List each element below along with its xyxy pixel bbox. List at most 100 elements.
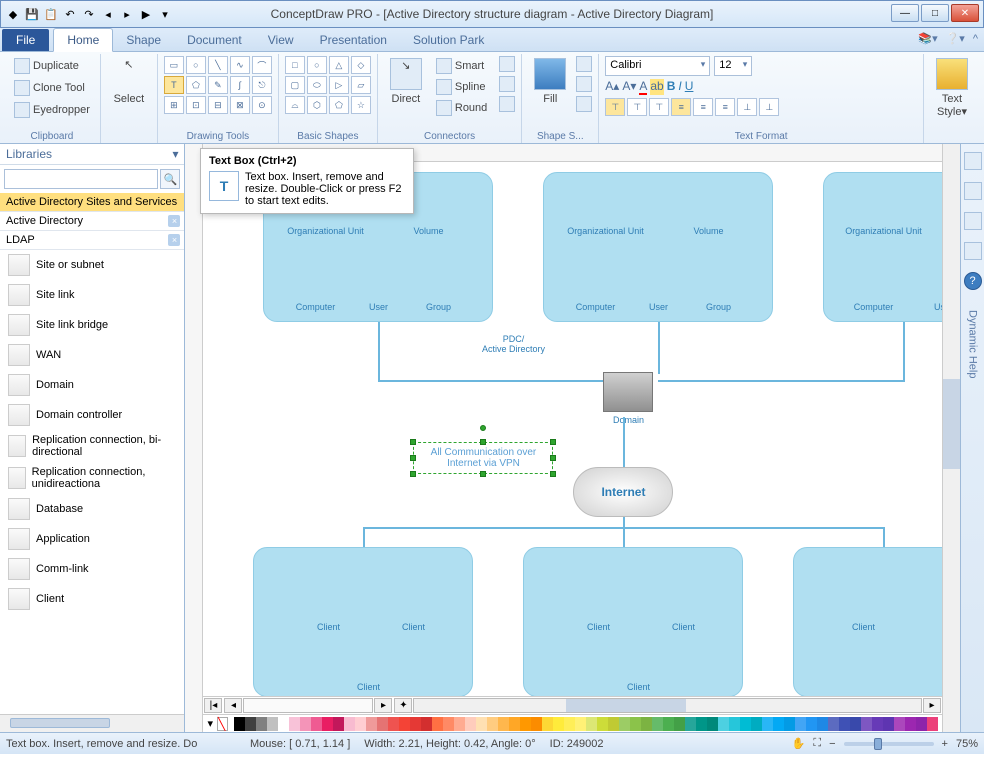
color-swatch-47[interactable] (751, 717, 762, 731)
qat-app-icon[interactable]: ◆ (5, 6, 21, 22)
color-swatch-16[interactable] (410, 717, 421, 731)
library-search-button[interactable]: 🔍 (160, 169, 180, 189)
help-round-icon[interactable]: ? (964, 272, 982, 290)
tool-line[interactable]: ╲ (208, 56, 228, 74)
rt-icon-2[interactable] (964, 182, 982, 200)
fit-icon[interactable]: ⛶ (813, 737, 821, 750)
align-mc[interactable]: ≡ (693, 98, 713, 116)
bs-sq[interactable]: □ (285, 56, 305, 74)
domain-icon[interactable] (603, 372, 653, 412)
conn-opt3[interactable] (499, 96, 515, 112)
color-swatch-34[interactable] (608, 717, 619, 731)
no-fill-swatch[interactable]: ╲ (217, 717, 228, 731)
lib-close-1[interactable]: × (168, 215, 180, 227)
color-swatch-55[interactable] (839, 717, 850, 731)
align-mr[interactable]: ≡ (715, 98, 735, 116)
shape-item-0[interactable]: Site or subnet (0, 250, 184, 280)
color-swatch-6[interactable] (300, 717, 311, 731)
scroll-right[interactable]: ▸ (923, 698, 941, 713)
align-tl[interactable]: ⊤ (605, 98, 625, 116)
color-swatch-35[interactable] (619, 717, 630, 731)
font-size-combo[interactable]: 12 (714, 56, 752, 76)
tool-rect[interactable]: ▭ (164, 56, 184, 74)
line-color-icon[interactable] (576, 56, 592, 72)
shape-item-10[interactable]: Comm-link (0, 554, 184, 584)
color-swatch-31[interactable] (575, 717, 586, 731)
align-tc[interactable]: ⊤ (627, 98, 647, 116)
page-next[interactable]: ▸ (374, 698, 392, 713)
color-swatch-63[interactable] (927, 717, 938, 731)
bs-cir[interactable]: ○ (307, 56, 327, 74)
hand-tool-icon[interactable]: ✋ (792, 737, 806, 750)
diagram-box-top-mid[interactable] (543, 172, 773, 322)
library-search-input[interactable] (4, 169, 158, 189)
color-swatch-48[interactable] (762, 717, 773, 731)
shape-item-4[interactable]: Domain (0, 370, 184, 400)
round-button[interactable]: Round (432, 98, 491, 118)
shape-item-5[interactable]: Domain controller (0, 400, 184, 430)
color-swatch-5[interactable] (289, 717, 300, 731)
page-prev[interactable]: ◂ (224, 698, 242, 713)
bs-tri[interactable]: △ (329, 56, 349, 74)
bs-star[interactable]: ☆ (351, 96, 371, 114)
lib-entry-2[interactable]: LDAP× (0, 231, 184, 250)
shadow-icon[interactable] (576, 96, 592, 112)
color-swatch-52[interactable] (806, 717, 817, 731)
tab-solution-park[interactable]: Solution Park (400, 29, 497, 51)
duplicate-button[interactable]: Duplicate (10, 56, 83, 76)
tool-arc[interactable]: ⌒ (252, 56, 272, 74)
color-swatch-46[interactable] (740, 717, 751, 731)
smart-button[interactable]: Smart (432, 56, 491, 76)
zoom-slider[interactable] (844, 742, 934, 746)
qat-play-icon[interactable]: ▶ (138, 6, 154, 22)
dynamic-help-tab[interactable]: Dynamic Help (967, 310, 979, 378)
color-swatch-41[interactable] (685, 717, 696, 731)
diagram-box-top-right[interactable] (823, 172, 942, 322)
lib-entry-1[interactable]: Active Directory× (0, 212, 184, 231)
color-swatch-58[interactable] (872, 717, 883, 731)
libraries-menu-icon[interactable]: ▾ (172, 147, 178, 161)
color-swatch-9[interactable] (333, 717, 344, 731)
bs-hex[interactable]: ⬡ (307, 96, 327, 114)
tab-presentation[interactable]: Presentation (307, 29, 400, 51)
color-swatch-26[interactable] (520, 717, 531, 731)
color-swatch-28[interactable] (542, 717, 553, 731)
tab-home[interactable]: Home (53, 28, 113, 52)
qat-redo-icon[interactable]: ↷ (81, 6, 97, 22)
color-swatch-17[interactable] (421, 717, 432, 731)
italic-icon[interactable]: I (678, 79, 681, 95)
zoom-out-icon[interactable]: − (829, 738, 835, 750)
selected-textbox[interactable]: All Communication over Internet via VPN (413, 442, 553, 474)
canvas[interactable]: Domain Internet PDC/ Active D (203, 162, 942, 696)
color-swatch-11[interactable] (355, 717, 366, 731)
color-swatch-13[interactable] (377, 717, 388, 731)
color-swatch-61[interactable] (905, 717, 916, 731)
color-swatch-49[interactable] (773, 717, 784, 731)
qat-paste-icon[interactable]: 📋 (43, 6, 59, 22)
color-swatch-20[interactable] (454, 717, 465, 731)
qat-prev-icon[interactable]: ◂ (100, 6, 116, 22)
close-button[interactable]: ✕ (951, 4, 979, 22)
bs-pent[interactable]: ⬠ (329, 96, 349, 114)
tool-textbox[interactable]: T (164, 76, 184, 94)
lib-close-2[interactable]: × (168, 234, 180, 246)
rt-icon-1[interactable] (964, 152, 982, 170)
align-ml[interactable]: ≡ (671, 98, 691, 116)
color-swatch-44[interactable] (718, 717, 729, 731)
rt-icon-3[interactable] (964, 212, 982, 230)
bs-para[interactable]: ▱ (351, 76, 371, 94)
bold-icon[interactable]: B (667, 79, 676, 95)
fill-button[interactable]: Fill (528, 56, 572, 107)
canvas-hscroll[interactable] (413, 698, 922, 713)
color-swatch-38[interactable] (652, 717, 663, 731)
maximize-button[interactable]: □ (921, 4, 949, 22)
grow-font-icon[interactable]: A▴ (605, 79, 619, 95)
color-swatch-53[interactable] (817, 717, 828, 731)
library-toggle-icon[interactable]: 📚▾ (918, 32, 937, 45)
shape-item-9[interactable]: Application (0, 524, 184, 554)
zoom-in-icon[interactable]: + (942, 738, 948, 750)
align-tr[interactable]: ⊤ (649, 98, 669, 116)
qat-next-icon[interactable]: ▸ (119, 6, 135, 22)
internet-cloud[interactable]: Internet (573, 467, 673, 517)
select-button[interactable]: ↖Select (107, 56, 151, 107)
